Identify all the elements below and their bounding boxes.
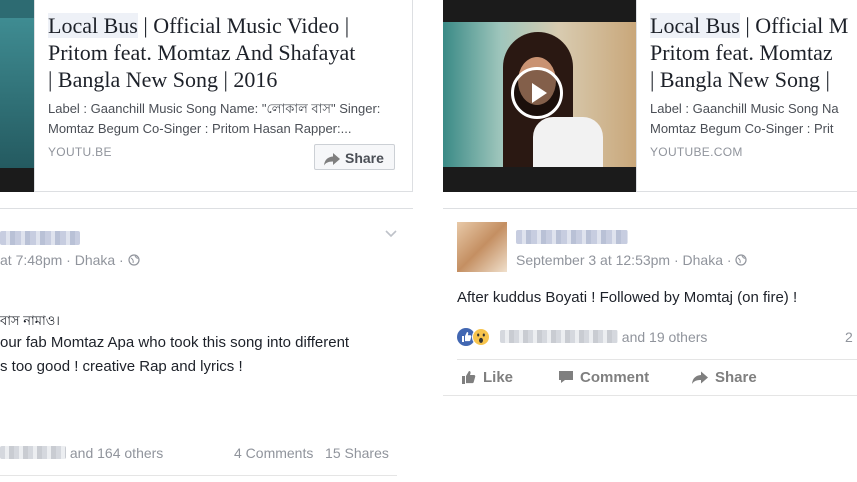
right-post-panel: Local Bus | Official M Pritom feat. Momt… (441, 0, 857, 482)
link-title-highlight: Local Bus (48, 13, 138, 38)
link-description-line-1: Label : Gaanchill Music Song Na (650, 101, 839, 116)
reaction-summary[interactable]: and 19 others (457, 328, 707, 346)
post-actions: Like Comment Share (443, 367, 857, 397)
author-name-blurred[interactable] (0, 231, 80, 245)
share-button[interactable]: Share (691, 369, 757, 386)
link-description: Label : Gaanchill Music Song Na Momtaz B… (650, 99, 857, 139)
timestamp-text: September 3 at 12:53pm · Dhaka · (516, 252, 732, 268)
link-title-line-2: Pritom feat. Momtaz And Shafayat (48, 40, 356, 65)
link-description-line-1: Label : Gaanchill Music Song Name: "লোকা… (48, 101, 381, 116)
reaction-summary[interactable]: and 164 others (0, 445, 163, 461)
like-label: Like (483, 369, 514, 386)
link-domain: YOUTUBE.COM (650, 145, 743, 159)
left-post-panel: Local Bus | Official Music Video | Prito… (0, 0, 414, 482)
panel-gap (414, 0, 441, 482)
wow-reaction-icon (472, 328, 490, 346)
post-body-line-2: our fab Momtaz Apa who took this song in… (0, 334, 350, 351)
divider (457, 359, 857, 360)
timestamp-text: at 7:48pm · Dhaka · (0, 252, 124, 268)
reaction-others: and 19 others (621, 329, 708, 345)
post-timestamp[interactable]: September 3 at 12:53pm · Dhaka · (516, 252, 748, 268)
chevron-down-icon[interactable] (384, 229, 398, 239)
comments-count[interactable]: 4 Comments (234, 445, 313, 461)
thumbs-up-icon (462, 371, 476, 384)
comment-label: Comment (580, 369, 650, 386)
link-title-part: | Official M (739, 13, 849, 38)
share-button-label: Share (345, 150, 384, 166)
video-thumbnail[interactable] (443, 0, 636, 192)
post-body: বাস নামাও। our fab Momtaz Apa who took t… (0, 311, 349, 379)
link-title[interactable]: Local Bus | Official M Pritom feat. Momt… (650, 12, 857, 93)
post-card: September 3 at 12:53pm · Dhaka · After k… (443, 208, 857, 482)
globe-icon (735, 254, 748, 266)
post-body-line-1: বাস নামাও। (0, 313, 60, 328)
like-button[interactable]: Like (461, 369, 513, 386)
comment-icon (559, 371, 573, 383)
globe-icon (128, 254, 140, 266)
author-name-blurred[interactable] (516, 230, 628, 244)
link-preview-card[interactable]: Local Bus | Official Music Video | Prito… (34, 0, 413, 192)
link-title-line-3: | Bangla New Song | 2016 (48, 67, 278, 92)
comment-count[interactable]: 2 (845, 329, 853, 345)
share-button[interactable]: Share (314, 144, 395, 170)
link-title[interactable]: Local Bus | Official Music Video | Prito… (48, 12, 408, 93)
shares-count[interactable]: 15 Shares (325, 445, 389, 461)
reaction-others: and 164 others (69, 445, 164, 461)
post-card: at 7:48pm · Dhaka · বাস নামাও। our fab M… (0, 208, 413, 482)
play-icon (532, 83, 547, 103)
link-title-line-2: Pritom feat. Momtaz (650, 40, 833, 65)
avatar[interactable] (457, 222, 507, 272)
link-description-line-2: Momtaz Begum Co-Singer : Prit (650, 121, 834, 136)
engagement-counts: 4 Comments 15 Shares (234, 445, 389, 461)
comment-button[interactable]: Comment (558, 369, 649, 386)
share-arrow-icon (692, 371, 708, 384)
share-label: Share (715, 369, 757, 386)
reaction-names-blurred (499, 330, 618, 343)
play-button[interactable] (511, 67, 563, 119)
divider (443, 395, 857, 396)
share-arrow-icon (324, 153, 340, 166)
link-description-line-2: Momtaz Begum Co-Singer : Pritom Hasan Ra… (48, 121, 352, 136)
link-title-line-3: | Bangla New Song | (650, 67, 830, 92)
link-description: Label : Gaanchill Music Song Name: "লোকা… (48, 99, 408, 139)
post-body: After kuddus Boyati ! Followed by Momtaj… (457, 289, 798, 306)
reaction-names-blurred (0, 446, 66, 459)
divider (0, 475, 397, 476)
link-preview-card[interactable]: Local Bus | Official M Pritom feat. Momt… (636, 0, 857, 192)
post-body-line-3: s too good ! creative Rap and lyrics ! (0, 358, 243, 375)
video-thumbnail[interactable] (0, 0, 34, 192)
post-timestamp[interactable]: at 7:48pm · Dhaka · (0, 252, 140, 268)
link-title-highlight: Local Bus (650, 13, 740, 38)
link-title-part: | Official Music Video | (137, 13, 350, 38)
